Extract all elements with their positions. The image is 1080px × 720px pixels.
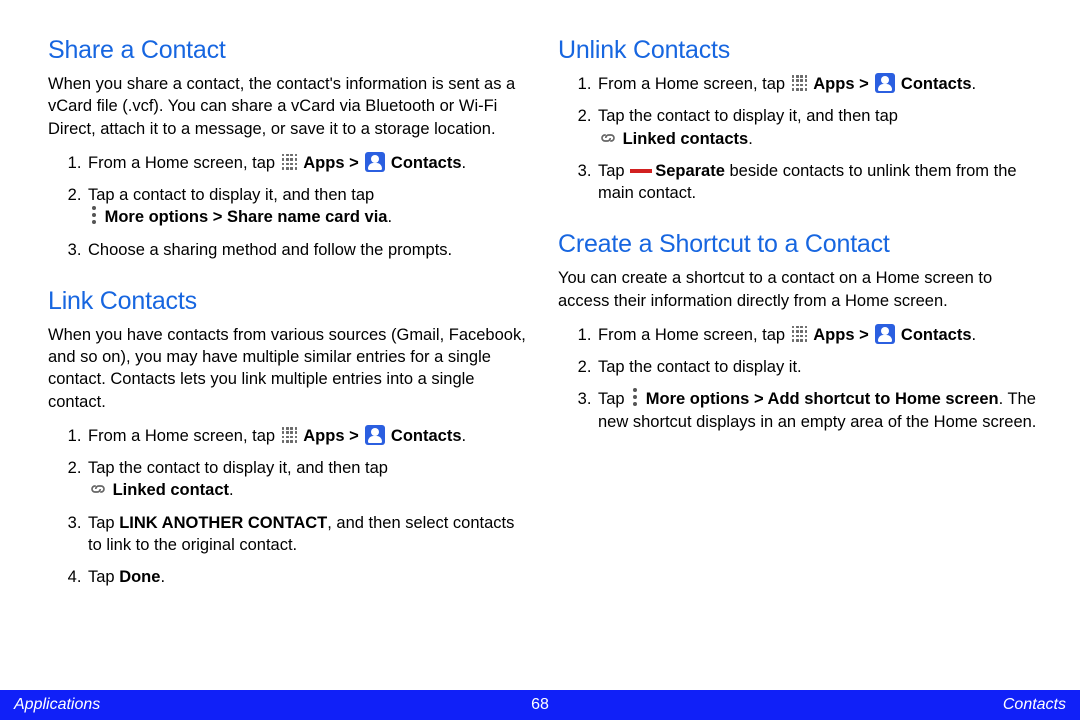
apps-icon bbox=[792, 326, 808, 342]
apps-label: Apps > bbox=[303, 427, 363, 445]
more-options-label: More options > Share name card via bbox=[105, 208, 388, 226]
shortcut-step-3: Tap More options > Add shortcut to Home … bbox=[596, 388, 1040, 433]
right-column: Unlink Contacts From a Home screen, tap … bbox=[558, 36, 1040, 680]
unlink-step-1: From a Home screen, tap Apps > Contacts. bbox=[596, 73, 1040, 95]
more-options-icon bbox=[90, 206, 98, 224]
link-step-2: Tap the contact to display it, and then … bbox=[86, 457, 530, 502]
period: . bbox=[160, 568, 165, 586]
step-text: Tap the contact to display it, and then … bbox=[598, 107, 898, 125]
unlink-step-3: Tap Separate beside contacts to unlink t… bbox=[596, 160, 1040, 205]
heading-link-contacts: Link Contacts bbox=[48, 287, 530, 316]
unlink-steps: From a Home screen, tap Apps > Contacts.… bbox=[558, 73, 1040, 204]
share-steps: From a Home screen, tap Apps > Contacts.… bbox=[48, 152, 530, 261]
period: . bbox=[462, 427, 467, 445]
apps-icon bbox=[792, 75, 808, 91]
period: . bbox=[748, 130, 753, 148]
contacts-icon bbox=[365, 425, 385, 445]
linked-contact-label: Linked contact bbox=[113, 481, 229, 499]
share-step-3: Choose a sharing method and follow the p… bbox=[86, 239, 530, 261]
heading-share-contact: Share a Contact bbox=[48, 36, 530, 65]
more-options-icon bbox=[631, 388, 639, 406]
link-icon bbox=[89, 481, 107, 497]
contacts-label: Contacts bbox=[901, 75, 972, 93]
shortcut-steps: From a Home screen, tap Apps > Contacts.… bbox=[558, 324, 1040, 433]
linked-contacts-label: Linked contacts bbox=[623, 130, 749, 148]
unlink-step-2: Tap the contact to display it, and then … bbox=[596, 105, 1040, 150]
contacts-icon bbox=[875, 73, 895, 93]
period: . bbox=[972, 326, 977, 344]
footer-page-number: 68 bbox=[531, 696, 549, 714]
heading-create-shortcut: Create a Shortcut to a Contact bbox=[558, 230, 1040, 259]
shortcut-step-1: From a Home screen, tap Apps > Contacts. bbox=[596, 324, 1040, 346]
step-prefix: Tap bbox=[88, 514, 119, 532]
link-steps: From a Home screen, tap Apps > Contacts.… bbox=[48, 425, 530, 589]
contacts-label: Contacts bbox=[901, 326, 972, 344]
apps-icon bbox=[282, 154, 298, 170]
apps-icon bbox=[282, 427, 298, 443]
apps-label: Apps > bbox=[303, 154, 363, 172]
apps-label: Apps > bbox=[813, 75, 873, 93]
share-step-1: From a Home screen, tap Apps > Contacts. bbox=[86, 152, 530, 174]
step-text: Tap a contact to display it, and then ta… bbox=[88, 186, 374, 204]
footer-left: Applications bbox=[14, 696, 100, 714]
step-text: From a Home screen, tap bbox=[88, 154, 280, 172]
footer-right: Contacts bbox=[1003, 696, 1066, 714]
period: . bbox=[972, 75, 977, 93]
link-intro: When you have contacts from various sour… bbox=[48, 324, 530, 413]
link-another-label: LINK ANOTHER CONTACT bbox=[119, 514, 327, 532]
share-step-2: Tap a contact to display it, and then ta… bbox=[86, 184, 530, 229]
link-step-3: Tap LINK ANOTHER CONTACT, and then selec… bbox=[86, 512, 530, 557]
step-text: From a Home screen, tap bbox=[598, 75, 790, 93]
contacts-label: Contacts bbox=[391, 427, 462, 445]
period: . bbox=[387, 208, 392, 226]
link-step-1: From a Home screen, tap Apps > Contacts. bbox=[86, 425, 530, 447]
contacts-label: Contacts bbox=[391, 154, 462, 172]
heading-unlink-contacts: Unlink Contacts bbox=[558, 36, 1040, 65]
page-footer: Applications 68 Contacts bbox=[0, 690, 1080, 720]
step-text: From a Home screen, tap bbox=[88, 427, 280, 445]
done-label: Done bbox=[119, 568, 160, 586]
step-prefix: Tap bbox=[88, 568, 119, 586]
contacts-icon bbox=[365, 152, 385, 172]
apps-label: Apps > bbox=[813, 326, 873, 344]
separate-icon bbox=[630, 169, 652, 173]
link-step-4: Tap Done. bbox=[86, 566, 530, 588]
period: . bbox=[462, 154, 467, 172]
link-icon bbox=[599, 130, 617, 146]
step-prefix: Tap bbox=[598, 162, 629, 180]
shortcut-step-2: Tap the contact to display it. bbox=[596, 356, 1040, 378]
shortcut-intro: You can create a shortcut to a contact o… bbox=[558, 267, 1040, 312]
contacts-icon bbox=[875, 324, 895, 344]
step-text: From a Home screen, tap bbox=[598, 326, 790, 344]
step-prefix: Tap bbox=[598, 390, 629, 408]
period: . bbox=[229, 481, 234, 499]
add-shortcut-label: More options > Add shortcut to Home scre… bbox=[646, 390, 999, 408]
share-intro: When you share a contact, the contact's … bbox=[48, 73, 530, 140]
separate-label: Separate bbox=[655, 162, 725, 180]
left-column: Share a Contact When you share a contact… bbox=[48, 36, 530, 680]
step-text: Tap the contact to display it, and then … bbox=[88, 459, 388, 477]
